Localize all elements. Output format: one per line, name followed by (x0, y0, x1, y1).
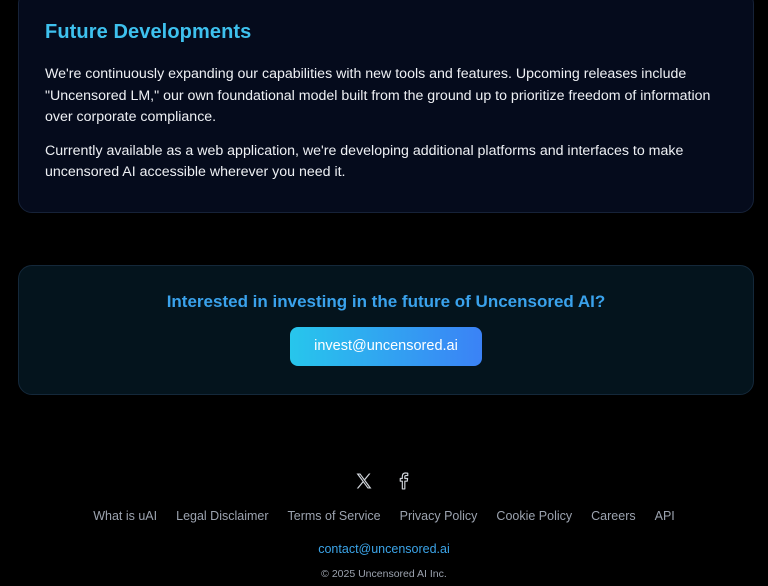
social-links (0, 471, 768, 491)
x-icon (356, 473, 372, 489)
invest-email-button[interactable]: invest@uncensored.ai (290, 327, 482, 366)
future-developments-title: Future Developments (45, 21, 252, 43)
facebook-link[interactable] (394, 471, 414, 491)
footer-link-cookie-policy[interactable]: Cookie Policy (496, 509, 572, 523)
footer-link-api[interactable]: API (655, 509, 675, 523)
future-developments-card: Future Developments We're continuously e… (18, 0, 754, 213)
x-link[interactable] (354, 471, 374, 491)
contact-row: contact@uncensored.ai (0, 542, 768, 556)
invest-heading: Interested in investing in the future of… (166, 292, 606, 311)
footer-link-terms-of-service[interactable]: Terms of Service (288, 509, 381, 523)
facebook-icon (399, 472, 409, 490)
future-paragraph-1: We're continuously expanding our capabil… (45, 66, 711, 125)
footer-link-legal-disclaimer[interactable]: Legal Disclaimer (176, 509, 268, 523)
page: Future Developments We're continuously e… (0, 0, 768, 586)
footer-nav: What is uAI Legal Disclaimer Terms of Se… (0, 509, 768, 523)
copyright: © 2025 Uncensored AI Inc. (321, 568, 447, 580)
contact-email-link[interactable]: contact@uncensored.ai (318, 542, 450, 556)
footer-link-careers[interactable]: Careers (591, 509, 635, 523)
invest-card: Interested in investing in the future of… (18, 265, 754, 395)
footer-link-privacy-policy[interactable]: Privacy Policy (400, 509, 478, 523)
future-paragraph-2: Currently available as a web application… (45, 142, 684, 181)
footer-link-what-is-uai[interactable]: What is uAI (93, 509, 157, 523)
